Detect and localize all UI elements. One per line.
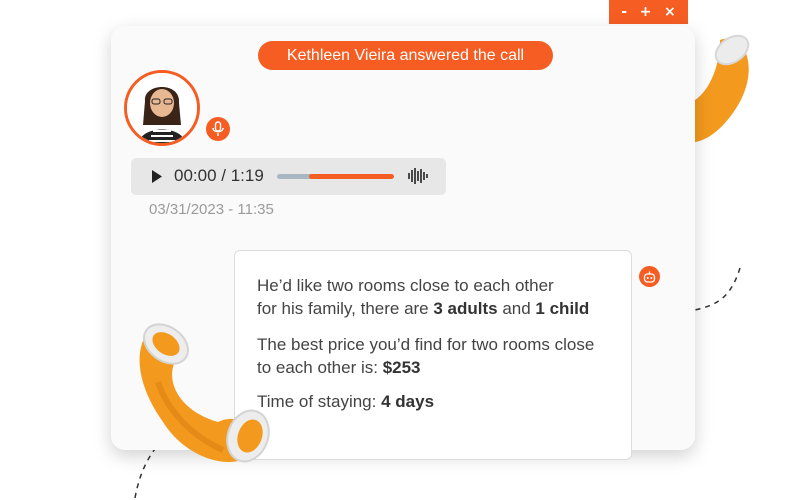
- progress-fill: [308, 174, 394, 179]
- progress-track[interactable]: [277, 174, 394, 179]
- person-avatar-icon: [127, 73, 197, 143]
- adults-count: 3 adults: [433, 299, 498, 318]
- close-button[interactable]: ×: [664, 5, 676, 19]
- price-value: $253: [382, 358, 421, 377]
- microphone-icon: [212, 121, 224, 136]
- message-card: He’d like two rooms close to each other …: [234, 250, 632, 460]
- audio-player: 00:00 / 1:19: [131, 158, 446, 195]
- message-text: for his family, there are: [257, 299, 434, 318]
- caller-avatar: [124, 70, 200, 146]
- play-icon[interactable]: [151, 169, 163, 184]
- window-controls: - + ×: [609, 0, 688, 24]
- playback-time: 00:00 / 1:19: [174, 166, 264, 185]
- message-line-3: The best price you’d find for two rooms …: [257, 335, 595, 354]
- message-line-4: to each other is: $253: [257, 358, 421, 378]
- call-timestamp: 03/31/2023 - 11:35: [149, 201, 274, 218]
- message-text: and: [497, 299, 536, 318]
- message-line-5: Time of staying: 4 days: [257, 392, 434, 412]
- phone-handset-top-icon: [695, 34, 750, 142]
- minimize-button[interactable]: -: [621, 5, 627, 19]
- robot-icon: [643, 271, 656, 283]
- message-line-2: for his family, there are 3 adults and 1…: [257, 299, 589, 319]
- message-line-1: He’d like two rooms close to each other: [257, 276, 554, 295]
- days-value: 4 days: [381, 392, 435, 411]
- microphone-badge[interactable]: [206, 117, 230, 141]
- waveform-icon: [408, 168, 428, 184]
- phone-handset-bottom-icon: [139, 323, 270, 463]
- child-count: 1 child: [535, 299, 590, 318]
- bot-badge: [639, 266, 660, 287]
- maximize-button[interactable]: +: [640, 5, 652, 19]
- call-status-banner: Kethleen Vieira answered the call: [258, 41, 553, 70]
